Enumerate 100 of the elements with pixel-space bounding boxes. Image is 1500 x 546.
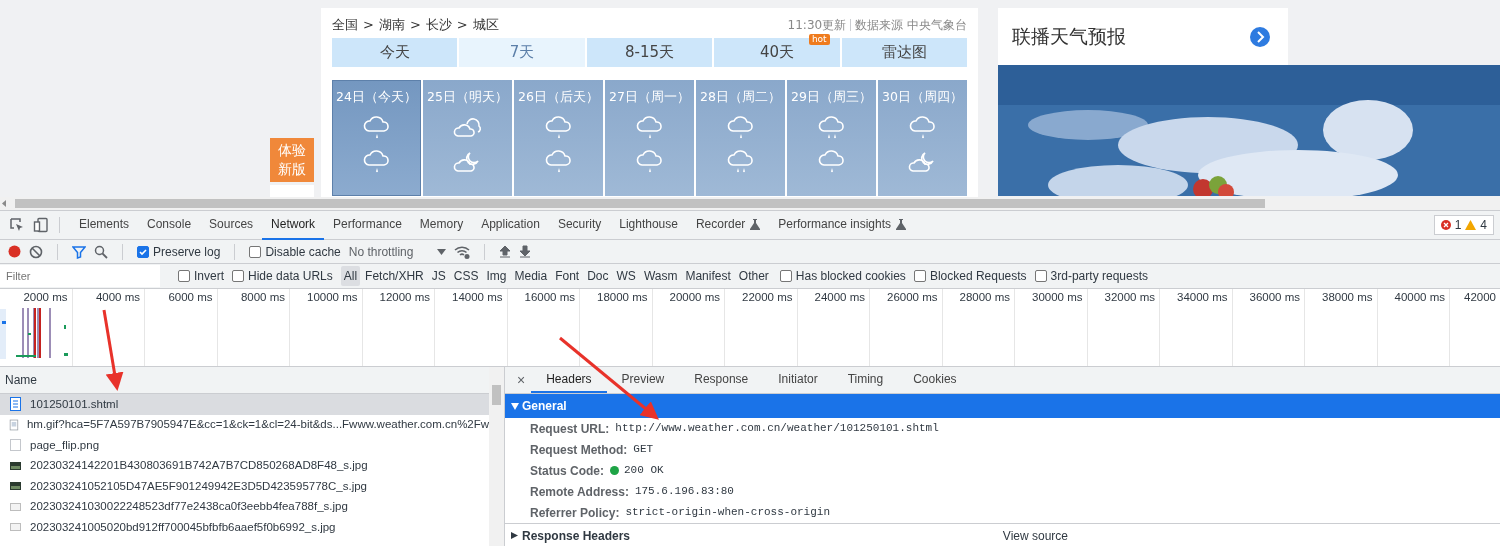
panel-tab[interactable]: Lighthouse — [610, 210, 687, 240]
caret-icon — [437, 248, 447, 255]
type-filter[interactable]: All — [340, 266, 361, 286]
request-row[interactable]: 101250101.shtml — [0, 394, 490, 415]
rain-cloud-icon — [543, 114, 574, 141]
section-header[interactable]: General — [505, 394, 1500, 418]
request-row[interactable]: 202303241005020bd912ff700045bfbfb6aaef5f0b6992_s.jpg — [0, 517, 490, 538]
panel-tab[interactable]: Console — [138, 210, 201, 240]
tick-label: 18000 ms — [597, 291, 648, 303]
request-row[interactable]: 202303241052105D47AE5F901249942E3D5D423595778C_s.jpg — [0, 476, 490, 497]
download-icon[interactable] — [519, 245, 532, 258]
triangle-icon — [511, 532, 519, 539]
type-filter[interactable]: Img — [483, 266, 510, 286]
waterfall-drawing — [0, 308, 68, 359]
type-filter[interactable]: Wasm — [640, 266, 681, 286]
type-filter[interactable]: Media — [511, 266, 551, 286]
checkbox[interactable] — [137, 245, 149, 258]
request-row[interactable]: 202303241030022248523df77e2438ca0f3eebb4fea788f_s.jpg — [0, 496, 490, 517]
type-filter[interactable]: WS — [613, 266, 639, 286]
tick-label: 40000 ms — [1394, 291, 1445, 303]
warning-count: 4 — [1480, 217, 1487, 234]
panel-tab[interactable]: Recorder — [686, 210, 770, 240]
triangle-icon — [511, 402, 519, 410]
inspect-icon[interactable] — [9, 217, 25, 233]
breadcrumb-separator: > — [363, 16, 374, 35]
type-filter[interactable]: CSS — [450, 266, 482, 286]
type-filter[interactable]: Manifest — [682, 266, 734, 286]
panel-tab[interactable]: Elements — [70, 210, 139, 240]
close-button[interactable]: × — [511, 369, 532, 391]
panel-tab[interactable]: Performance — [324, 210, 411, 240]
throttling-dropdown[interactable]: No throttling — [348, 242, 447, 261]
checkbox[interactable] — [913, 270, 926, 282]
detail-tab[interactable]: Response — [679, 367, 764, 393]
breadcrumb-link[interactable]: 全国 — [332, 15, 358, 35]
request-row[interactable]: hm.gif?hca=5F7A597B7905947E&cc=1&ck=1&cl=24-bit&ds...Fwww.weather.com.cn%2Fw — [0, 414, 490, 435]
warning-icon — [1465, 220, 1477, 230]
update-time: 11:30更新 — [787, 17, 847, 34]
detail-tab[interactable]: Preview — [606, 367, 680, 393]
rain-cloud-icon — [634, 114, 665, 141]
filter-field[interactable]: Filter — [0, 265, 160, 287]
chevron-right-icon[interactable] — [1250, 26, 1270, 47]
detail-tab[interactable]: Timing — [832, 367, 899, 393]
rain-cloud-icon — [634, 148, 665, 175]
checkbox[interactable] — [232, 270, 244, 282]
checkbox[interactable] — [249, 245, 262, 258]
field-label: Remote Address: — [530, 483, 629, 501]
detail-tab[interactable]: Initiator — [763, 367, 833, 393]
request-row[interactable]: page_flip.png — [0, 435, 490, 456]
request-row[interactable]: 20230324142201B430803691B742A7B7CD850268AD8F48_s.jpg — [0, 455, 490, 476]
type-filter[interactable]: Doc — [584, 266, 612, 286]
checkbox-label: Invert — [194, 268, 224, 285]
type-filter[interactable]: JS — [428, 266, 449, 286]
search-icon[interactable] — [94, 244, 108, 259]
breadcrumb-link[interactable]: 湖南 — [378, 15, 405, 35]
forecast-tab[interactable]: 雷达图 — [841, 38, 968, 67]
panel-tab[interactable]: Memory — [410, 210, 473, 240]
forecast-tab[interactable]: 今天 — [332, 38, 458, 67]
checkbox[interactable] — [779, 270, 792, 282]
tick-label: 26000 ms — [887, 291, 938, 303]
scrollbar-thumb[interactable] — [492, 385, 502, 405]
panel-tab[interactable]: Application — [472, 210, 549, 240]
panel-tab[interactable]: Performance insights — [769, 210, 916, 240]
data-source: 数据来源 中央气象台 — [855, 17, 967, 34]
device-icon[interactable] — [33, 217, 49, 233]
breadcrumb-link[interactable]: 城区 — [472, 15, 499, 35]
checkbox[interactable] — [178, 270, 190, 282]
panel-tab[interactable]: Security — [548, 210, 611, 240]
forecast-tab[interactable]: 7天 — [459, 38, 585, 67]
upload-icon[interactable] — [499, 245, 512, 258]
type-filter[interactable]: Fetch/XHR — [362, 266, 427, 286]
type-filter[interactable]: Font — [552, 266, 583, 286]
view-source-link[interactable]: View source — [1002, 526, 1068, 545]
forecast-tab[interactable]: 8-15天 — [586, 38, 713, 67]
panel-tab[interactable]: Sources — [200, 210, 263, 240]
section-header[interactable]: Response Headers View source — [505, 523, 1500, 546]
field-label: Referrer Policy: — [530, 504, 620, 522]
network-conditions-icon[interactable] — [454, 244, 471, 259]
request-name: hm.gif?hca=5F7A597B7905947E&cc=1&ck=1&cl=24-bit&ds...Fwww.weather.com.cn%2Fw — [26, 417, 490, 433]
tick-label: 38000 ms — [1322, 291, 1373, 303]
tick-label: 32000 ms — [1104, 291, 1155, 303]
clear-icon[interactable] — [29, 244, 43, 259]
day-date: 25日（明天） — [427, 88, 508, 106]
tick-label: 10000 ms — [307, 291, 358, 303]
hot-badge: hot — [808, 34, 830, 45]
checkbox-label: Has blocked cookies — [795, 268, 906, 285]
type-filter[interactable]: Other — [735, 266, 772, 286]
issues-counter[interactable]: 1 4 — [1433, 215, 1494, 235]
request-name: 202303241030022248523df77e2438ca0f3eebb4fea788f_s.jpg — [30, 499, 348, 515]
checkbox-label: Blocked Requests — [929, 268, 1027, 285]
field-label: Status Code: — [530, 462, 604, 480]
scroll-left-icon[interactable] — [0, 199, 8, 208]
scrollbar-thumb[interactable] — [15, 199, 1265, 208]
detail-tab[interactable]: Cookies — [898, 367, 972, 393]
day-date: 24日（今天） — [336, 88, 417, 106]
field-value: GET — [633, 442, 654, 458]
field-value: 200 OK — [624, 463, 664, 479]
filter-icon[interactable] — [72, 244, 86, 259]
checkbox[interactable] — [1034, 270, 1047, 282]
breadcrumb-link[interactable]: 长沙 — [425, 15, 452, 35]
record-icon[interactable] — [8, 245, 21, 258]
